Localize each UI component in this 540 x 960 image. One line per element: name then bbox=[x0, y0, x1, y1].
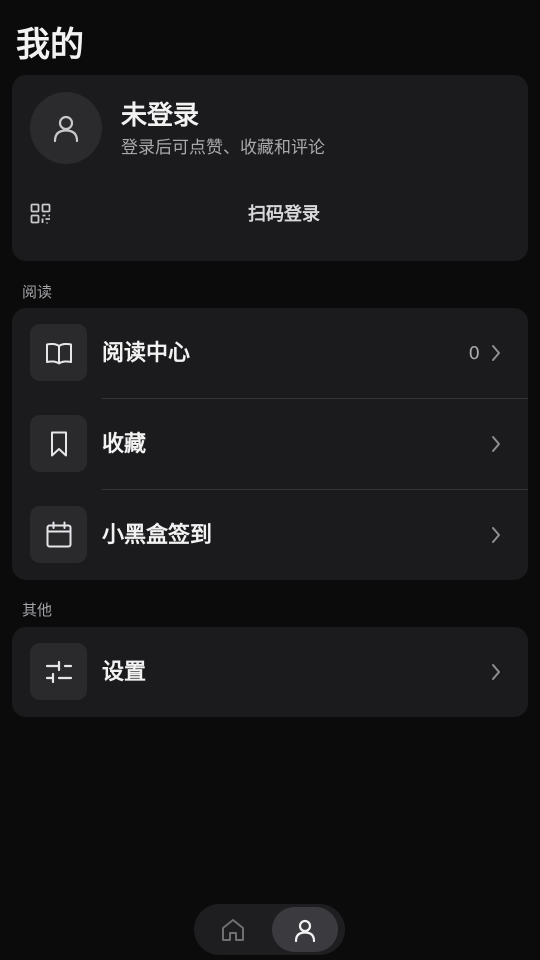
sliders-icon bbox=[45, 660, 72, 683]
list-item-reading-center[interactable]: 阅读中心 0 bbox=[12, 308, 528, 398]
login-status: 未登录 bbox=[121, 101, 200, 131]
qr-login-label: 扫码登录 bbox=[248, 204, 320, 225]
reading-center-count: 0 bbox=[468, 343, 480, 364]
other-card: 设置 bbox=[12, 627, 528, 717]
qr-login-button[interactable]: 扫码登录 bbox=[12, 193, 528, 237]
icon-tile bbox=[30, 324, 87, 381]
section-label-reading: 阅读 bbox=[22, 283, 53, 301]
chevron-right-icon bbox=[492, 527, 500, 543]
chevron-right-icon bbox=[492, 345, 500, 361]
user-icon bbox=[294, 919, 316, 942]
bottom-nav bbox=[194, 904, 345, 955]
reading-center-label: 阅读中心 bbox=[102, 341, 191, 366]
list-item-favorites[interactable]: 收藏 bbox=[12, 399, 528, 489]
icon-tile bbox=[30, 643, 87, 700]
nav-profile-button[interactable] bbox=[272, 907, 338, 952]
open-book-icon bbox=[45, 342, 72, 364]
page-title: 我的 bbox=[16, 25, 84, 65]
checkin-label: 小黑盒签到 bbox=[102, 523, 213, 548]
login-hint: 登录后可点赞、收藏和评论 bbox=[121, 138, 325, 158]
avatar[interactable] bbox=[30, 92, 102, 164]
favorites-label: 收藏 bbox=[102, 432, 147, 457]
nav-home-button[interactable] bbox=[200, 907, 266, 952]
icon-tile bbox=[30, 506, 87, 563]
settings-label: 设置 bbox=[102, 660, 147, 685]
home-icon bbox=[222, 918, 244, 941]
reading-card: 阅读中心 0 收藏 小黑盒签到 bbox=[12, 308, 528, 580]
user-icon bbox=[53, 115, 79, 143]
profile-card[interactable]: 未登录 登录后可点赞、收藏和评论 扫码登录 bbox=[12, 75, 528, 261]
list-item-settings[interactable]: 设置 bbox=[12, 627, 528, 717]
chevron-right-icon bbox=[492, 664, 500, 680]
section-label-other: 其他 bbox=[22, 601, 53, 619]
icon-tile bbox=[30, 415, 87, 472]
list-item-checkin[interactable]: 小黑盒签到 bbox=[12, 490, 528, 580]
bookmark-icon bbox=[50, 431, 67, 456]
calendar-icon bbox=[46, 521, 71, 547]
chevron-right-icon bbox=[492, 436, 500, 452]
